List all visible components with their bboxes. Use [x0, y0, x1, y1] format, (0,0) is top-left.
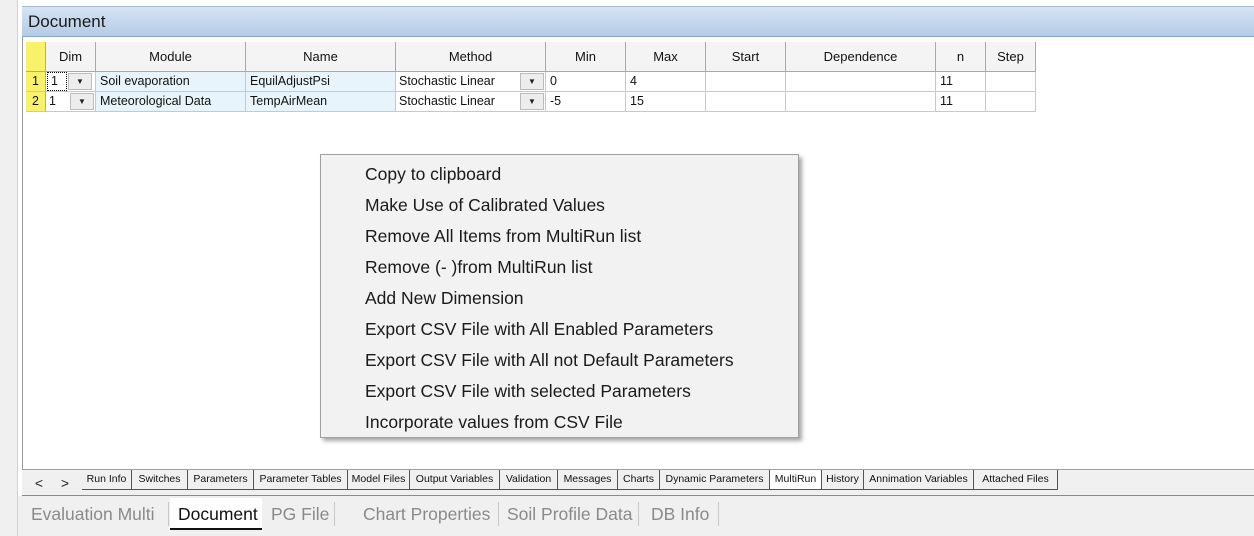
menu-item-remove-all[interactable]: Remove All Items from MultiRun list [365, 221, 641, 252]
col-header-start[interactable]: Start [706, 42, 786, 72]
context-menu: Copy to clipboard Make Use of Calibrated… [320, 154, 799, 438]
name-cell[interactable]: TempAirMean [246, 92, 396, 112]
grid-corner[interactable] [26, 42, 46, 72]
min-cell[interactable]: -5 [546, 92, 626, 112]
method-dropdown[interactable]: Stochastic Linear ▼ [396, 92, 546, 112]
tab-history[interactable]: History [822, 470, 864, 490]
method-dropdown[interactable]: Stochastic Linear ▼ [396, 72, 546, 92]
step-cell[interactable] [986, 72, 1036, 92]
menu-item-export-selected[interactable]: Export CSV File with selected Parameters [365, 376, 691, 407]
tab-run-info[interactable]: Run Info [82, 470, 132, 490]
max-cell[interactable]: 4 [626, 72, 706, 92]
document-tab-bar: Evaluation Multi Document PG File Chart … [18, 496, 1254, 536]
col-header-method[interactable]: Method [396, 42, 546, 72]
table-row[interactable]: 1 1 ▼ Soil evaporation EquilAdjustPsi St… [26, 72, 1036, 92]
row-number[interactable]: 2 [26, 92, 46, 112]
tab-divider [334, 502, 335, 526]
name-cell[interactable]: EquilAdjustPsi [246, 72, 396, 92]
tab-divider [638, 502, 639, 526]
sheet-tab-bar: < > Run Info Switches Parameters Paramet… [22, 469, 1254, 496]
min-cell[interactable]: 0 [546, 72, 626, 92]
chevron-right-icon[interactable]: > [56, 474, 74, 492]
step-cell[interactable] [986, 92, 1036, 112]
method-value: Stochastic Linear [399, 74, 495, 88]
menu-item-use-calibrated-values[interactable]: Make Use of Calibrated Values [365, 190, 605, 221]
menu-item-copy-to-clipboard[interactable]: Copy to clipboard [365, 159, 501, 190]
chevron-down-icon[interactable]: ▼ [520, 73, 544, 90]
col-header-step[interactable]: Step [986, 42, 1036, 72]
col-header-module[interactable]: Module [96, 42, 246, 72]
dim-value: 1 [47, 72, 67, 91]
start-cell[interactable] [706, 92, 786, 112]
max-cell[interactable]: 15 [626, 92, 706, 112]
dim-value: 1 [49, 94, 56, 108]
tab-divider [168, 502, 169, 526]
dim-dropdown[interactable]: 1 ▼ [46, 92, 96, 112]
row-number[interactable]: 1 [26, 72, 46, 92]
table-row[interactable]: 2 1 ▼ Meteorological Data TempAirMean St… [26, 92, 1036, 112]
col-header-n[interactable]: n [936, 42, 986, 72]
tab-charts[interactable]: Charts [618, 470, 660, 490]
tab-attached-files[interactable]: Attached Files [974, 470, 1058, 490]
dim-dropdown[interactable]: 1 ▼ [46, 72, 96, 92]
grid-header-row: Dim Module Name Method Min Max Start Dep… [26, 42, 1036, 72]
col-header-dependence[interactable]: Dependence [786, 42, 936, 72]
doctab-pg-file[interactable]: PG File [263, 498, 337, 530]
col-header-name[interactable]: Name [246, 42, 396, 72]
chevron-left-icon[interactable]: < [30, 474, 48, 492]
doctab-db-info[interactable]: DB Info [643, 498, 717, 530]
menu-item-incorporate-csv[interactable]: Incorporate values from CSV File [365, 407, 623, 438]
doctab-document[interactable]: Document [170, 498, 262, 530]
document-header: Document [22, 6, 1254, 37]
tab-parameter-tables[interactable]: Parameter Tables [254, 470, 348, 490]
left-border [0, 0, 18, 536]
tab-parameters[interactable]: Parameters [188, 470, 254, 490]
chevron-down-icon[interactable]: ▼ [70, 93, 94, 110]
n-cell[interactable]: 11 [936, 92, 986, 112]
module-cell[interactable]: Soil evaporation [96, 72, 246, 92]
menu-item-remove-from-list[interactable]: Remove (- )from MultiRun list [365, 252, 593, 283]
chevron-down-icon[interactable]: ▼ [68, 73, 92, 90]
start-cell[interactable] [706, 72, 786, 92]
doctab-chart-properties[interactable]: Chart Properties [355, 498, 498, 530]
tab-validation[interactable]: Validation [500, 470, 558, 490]
col-header-dim[interactable]: Dim [46, 42, 96, 72]
col-header-max[interactable]: Max [626, 42, 706, 72]
tab-annimation-variables[interactable]: Annimation Variables [864, 470, 974, 490]
dependence-cell[interactable] [786, 72, 936, 92]
menu-item-export-enabled[interactable]: Export CSV File with All Enabled Paramet… [365, 314, 713, 345]
n-cell[interactable]: 11 [936, 72, 986, 92]
menu-item-add-dimension[interactable]: Add New Dimension [365, 283, 524, 314]
tab-multirun[interactable]: MultiRun [770, 470, 822, 490]
module-cell[interactable]: Meteorological Data [96, 92, 246, 112]
document-title: Document [28, 12, 106, 31]
tab-model-files[interactable]: Model Files [348, 470, 410, 490]
tab-divider [718, 502, 719, 526]
app-window: Document Dim Module Name Method Min Max … [0, 0, 1254, 536]
tab-messages[interactable]: Messages [558, 470, 618, 490]
tab-switches[interactable]: Switches [132, 470, 188, 490]
doctab-evaluation-multi[interactable]: Evaluation Multi [23, 498, 163, 530]
chevron-down-icon[interactable]: ▼ [520, 93, 544, 110]
tab-dynamic-parameters[interactable]: Dynamic Parameters [660, 470, 770, 490]
dependence-cell[interactable] [786, 92, 936, 112]
method-value: Stochastic Linear [399, 94, 495, 108]
menu-item-export-not-default[interactable]: Export CSV File with All not Default Par… [365, 345, 734, 376]
doctab-soil-profile-data[interactable]: Soil Profile Data [499, 498, 640, 530]
tab-output-variables[interactable]: Output Variables [410, 470, 500, 490]
col-header-min[interactable]: Min [546, 42, 626, 72]
